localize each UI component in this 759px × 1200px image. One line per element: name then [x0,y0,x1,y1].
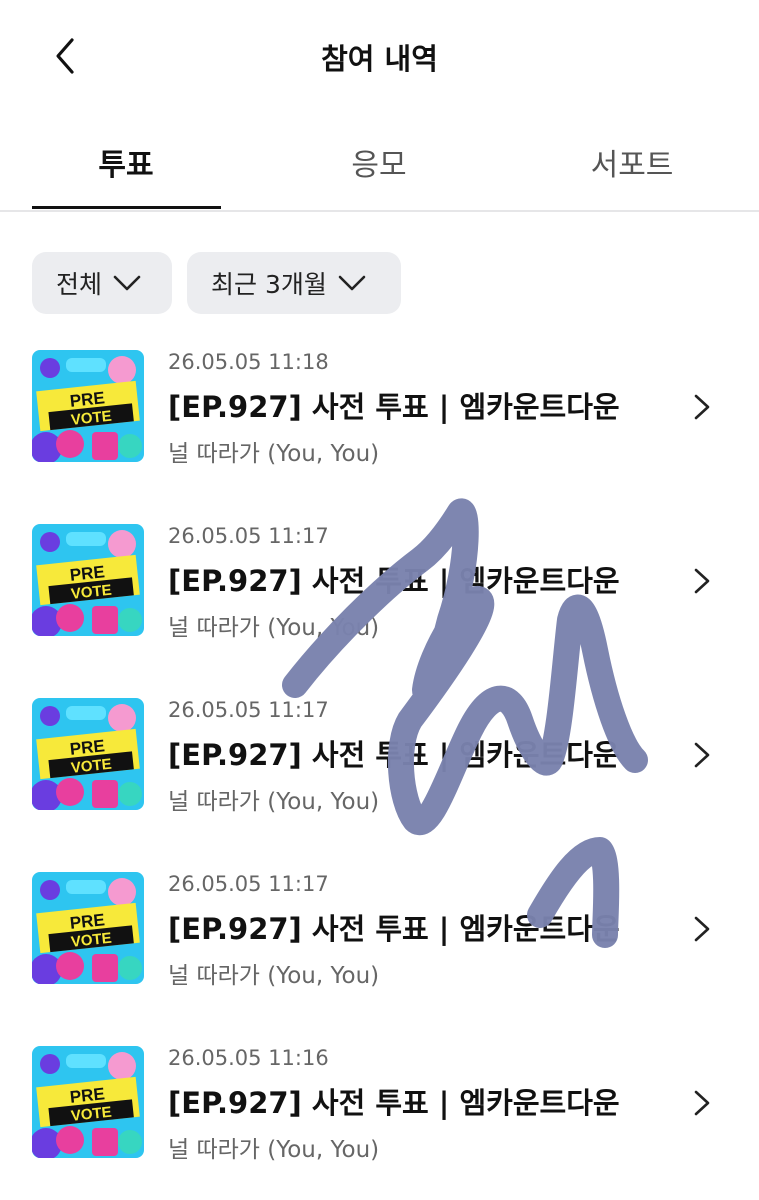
prevote-line1-text: PRE [69,910,106,933]
app-screen: 참여 내역 투표 응모 서포트 전체 최근 3개월 PRE VOTE 26.05… [0,0,759,1200]
prevote-line1-text: PRE [69,388,106,411]
prevote-line1-text: PRE [69,562,106,585]
category-filter-label: 전체 [56,270,103,299]
prevote-thumbnail-image: PRE VOTE [32,872,144,984]
header: 참여 내역 [0,0,759,110]
item-date: 26.05.05 11:18 [168,350,329,374]
chevron-down-icon [113,275,141,291]
prevote-thumbnail-image: PRE VOTE [32,698,144,810]
item-thumbnail: PRE VOTE [32,872,144,984]
item-title: [EP.927] 사전 투표 | 엠카운트다운 [168,738,620,772]
item-date: 26.05.05 11:17 [168,872,329,896]
chevron-right-icon [694,1090,710,1116]
list-item[interactable]: PRE VOTE 26.05.05 11:17 [EP.927] 사전 투표 |… [0,514,759,644]
chevron-right-icon [694,742,710,768]
item-title: [EP.927] 사전 투표 | 엠카운트다운 [168,912,620,946]
item-subtitle: 널 따라가 (You, You) [168,1137,380,1163]
list-item[interactable]: PRE VOTE 26.05.05 11:18 [EP.927] 사전 투표 |… [0,340,759,470]
item-title: [EP.927] 사전 투표 | 엠카운트다운 [168,390,620,424]
chevron-right-icon [694,568,710,594]
item-thumbnail: PRE VOTE [32,1046,144,1158]
tab-support[interactable]: 서포트 [537,140,727,190]
prevote-line1-text: PRE [69,736,106,759]
list-item[interactable]: PRE VOTE 26.05.05 11:16 [EP.927] 사전 투표 |… [0,1036,759,1166]
item-thumbnail: PRE VOTE [32,524,144,636]
chevron-right-icon [694,916,710,942]
item-thumbnail: PRE VOTE [32,698,144,810]
prevote-thumbnail-image: PRE VOTE [32,1046,144,1158]
item-date: 26.05.05 11:16 [168,1046,329,1070]
list-item[interactable]: PRE VOTE 26.05.05 11:17 [EP.927] 사전 투표 |… [0,862,759,992]
item-subtitle: 널 따라가 (You, You) [168,963,380,989]
item-title: [EP.927] 사전 투표 | 엠카운트다운 [168,564,620,598]
item-subtitle: 널 따라가 (You, You) [168,615,380,641]
tab-bar: 투표 응모 서포트 [0,120,759,212]
period-filter-label: 최근 3개월 [211,270,327,299]
item-thumbnail: PRE VOTE [32,350,144,462]
category-filter-dropdown[interactable]: 전체 [32,252,172,314]
active-tab-indicator [32,206,221,209]
item-subtitle: 널 따라가 (You, You) [168,441,380,467]
tab-entry[interactable]: 응모 [284,140,474,190]
prevote-thumbnail-image: PRE VOTE [32,350,144,462]
item-date: 26.05.05 11:17 [168,524,329,548]
item-date: 26.05.05 11:17 [168,698,329,722]
prevote-thumbnail-image: PRE VOTE [32,524,144,636]
item-subtitle: 널 따라가 (You, You) [168,789,380,815]
period-filter-dropdown[interactable]: 최근 3개월 [187,252,401,314]
page-title: 참여 내역 [321,42,438,76]
chevron-down-icon [338,275,366,291]
chevron-right-icon [694,394,710,420]
list-item[interactable]: PRE VOTE 26.05.05 11:17 [EP.927] 사전 투표 |… [0,688,759,818]
prevote-line1-text: PRE [69,1084,106,1107]
item-title: [EP.927] 사전 투표 | 엠카운트다운 [168,1086,620,1120]
tab-vote[interactable]: 투표 [31,140,221,190]
